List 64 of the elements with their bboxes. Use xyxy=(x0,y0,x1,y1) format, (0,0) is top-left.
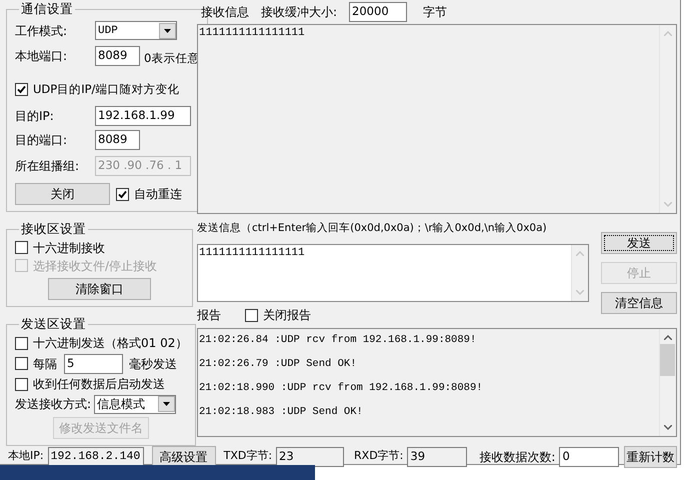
interval-unit: 毫秒发送 xyxy=(129,356,177,372)
local-ip-field[interactable]: 192.168.2.140 xyxy=(48,446,144,466)
send-label: 发送信息（ctrl+Enter输入回车(0x0d,0x0a)；\r输入0x0d,\n输入0x0a) xyxy=(197,221,548,236)
checkbox-label: 关闭报告 xyxy=(263,307,311,324)
button[interactable]: 清空信息 xyxy=(601,292,677,314)
button[interactable]: 重新计数 xyxy=(624,446,677,468)
checkbox-label: 每隔 xyxy=(33,356,57,372)
dest-ip-field[interactable]: 192.168.1.99 xyxy=(95,106,191,126)
send-textarea[interactable]: 1111111111111111 xyxy=(197,244,589,302)
field-label: 目的IP: xyxy=(15,108,55,125)
field-label: 工作模式: xyxy=(15,22,68,40)
checkbox[interactable] xyxy=(15,336,28,350)
report-line: 21:02:18.990 :UDP rcv from 192.168.1.99:8089! xyxy=(198,381,484,396)
checkbox-label: UDP目的IP/端口随对方变化 xyxy=(33,80,180,98)
rx-count-field[interactable]: 0 xyxy=(559,446,620,466)
button[interactable]: 清除窗口 xyxy=(48,278,151,300)
local-ip-label: 本地IP: xyxy=(8,448,44,464)
scrollbar[interactable] xyxy=(659,329,676,436)
report-line: 21:02:26.84 :UDP rcv from 192.168.1.99:8089! xyxy=(198,333,478,348)
checkbox-label: 收到任何数据后启动发送 xyxy=(33,376,165,393)
rx-count-label: 接收数据次数: xyxy=(479,448,556,466)
received-text: 1111111111111111 xyxy=(198,26,306,41)
report-label: 报告 xyxy=(197,307,221,324)
scroll-up-icon[interactable] xyxy=(664,335,672,340)
checkbox-label: 自动重连 xyxy=(134,186,182,203)
button[interactable]: 发送 xyxy=(601,232,677,254)
checkbox[interactable] xyxy=(245,308,258,322)
checkbox-label: 选择接收文件/停止接收 xyxy=(33,258,158,275)
field-label: 所在组播组: xyxy=(15,158,80,174)
rxd-field[interactable]: 39 xyxy=(407,446,468,466)
checkbox[interactable] xyxy=(15,82,28,96)
work-mode-dropdown[interactable]: UDP xyxy=(95,21,177,40)
rxd-label: RXD字节: xyxy=(354,448,404,464)
scrollbar-thumb[interactable] xyxy=(660,344,675,376)
dropdown-value: 信息模式 xyxy=(97,396,146,413)
report-line: 21:02:18.983 :UDP Send OK! xyxy=(198,405,364,420)
receive-label: 接收信息 xyxy=(201,4,249,21)
field-label: 发送接收方式: xyxy=(15,396,92,413)
button[interactable]: 关闭 xyxy=(15,183,110,205)
buffer-size-field[interactable]: 20000 xyxy=(349,2,408,22)
buffer-size-label: 接收缓冲大小: xyxy=(261,4,338,21)
scroll-down-icon[interactable] xyxy=(664,425,672,430)
buffer-unit: 字节 xyxy=(423,4,448,21)
interval-field[interactable]: 5 xyxy=(64,354,123,374)
checkbox-label: 十六进制发送（格式01 02） xyxy=(33,335,188,352)
checkbox[interactable] xyxy=(15,378,28,390)
send-mode-dropdown[interactable]: 信息模式 xyxy=(94,394,176,414)
local-port-field[interactable]: 8089 xyxy=(95,46,140,66)
dest-port-field[interactable]: 8089 xyxy=(95,130,140,150)
txd-field[interactable]: 23 xyxy=(276,446,344,466)
txd-label: TXD字节: xyxy=(224,448,272,464)
checkbox[interactable] xyxy=(15,241,28,254)
send-text: 1111111111111111 xyxy=(198,246,306,261)
receive-textarea[interactable]: 1111111111111111 xyxy=(197,24,677,214)
dropdown-value: UDP xyxy=(98,24,118,38)
checkbox-label: 十六进制接收 xyxy=(33,240,105,257)
group-title: 通信设置 xyxy=(20,0,74,18)
group-title: 发送区设置 xyxy=(20,314,87,333)
checkbox[interactable] xyxy=(15,357,28,370)
report-line: 21:02:26.79 :UDP Send OK! xyxy=(198,357,358,372)
field-label: 目的端口: xyxy=(15,132,68,149)
field-label: 本地端口: xyxy=(15,48,68,65)
group-title: 接收区设置 xyxy=(20,220,87,238)
checkbox[interactable] xyxy=(116,188,129,200)
